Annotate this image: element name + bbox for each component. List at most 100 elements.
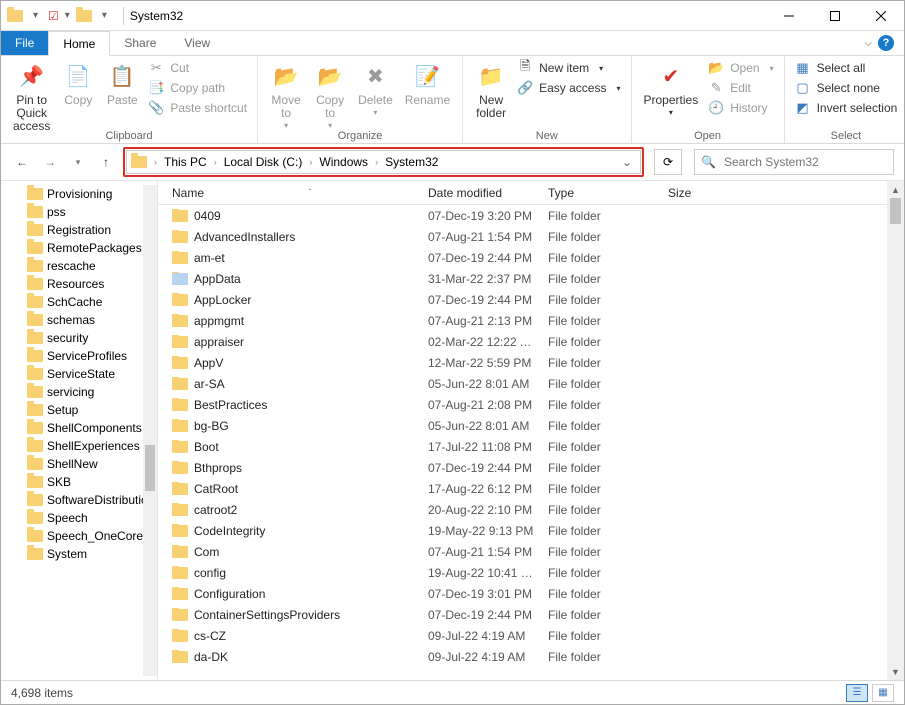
tree-item[interactable]: ShellExperiences (1, 437, 157, 455)
edit-button[interactable]: ✎Edit (708, 80, 773, 96)
scroll-up-icon[interactable]: ▲ (887, 181, 904, 198)
forward-button[interactable]: → (39, 151, 61, 173)
scroll-thumb[interactable] (890, 198, 901, 224)
tree-item[interactable]: Provisioning (1, 185, 157, 203)
tree-item[interactable]: security (1, 329, 157, 347)
tree-item[interactable]: pss (1, 203, 157, 221)
minimize-button[interactable] (766, 1, 812, 31)
close-button[interactable] (858, 1, 904, 31)
copy-to-button[interactable]: 📂 Copy to ▾ (308, 58, 352, 132)
tree-item[interactable]: servicing (1, 383, 157, 401)
tree-item[interactable]: ServiceState (1, 365, 157, 383)
tree-item[interactable]: ServiceProfiles (1, 347, 157, 365)
crumb-this-pc[interactable]: This PC (160, 155, 211, 169)
qat-dropdown-icon-2[interactable]: ▾ (98, 10, 111, 21)
tab-view[interactable]: View (170, 31, 224, 55)
crumb-system32[interactable]: System32 (381, 155, 442, 169)
chevron-right-icon[interactable]: › (306, 157, 315, 167)
help-icon[interactable]: ? (878, 35, 894, 51)
table-row[interactable]: AppV12-Mar-22 5:59 PMFile folder (158, 352, 904, 373)
table-row[interactable]: BestPractices07-Aug-21 2:08 PMFile folde… (158, 394, 904, 415)
tree-item[interactable]: Resources (1, 275, 157, 293)
tree-item[interactable]: SKB (1, 473, 157, 491)
table-row[interactable]: AppData31-Mar-22 2:37 PMFile folder (158, 268, 904, 289)
address-history-button[interactable]: ⌄ (618, 150, 636, 174)
column-type[interactable]: Type (542, 186, 662, 200)
table-row[interactable]: catroot220-Aug-22 2:10 PMFile folder (158, 499, 904, 520)
column-size[interactable]: Size (662, 186, 742, 200)
table-row[interactable]: appraiser02-Mar-22 12:22 A...File folder (158, 331, 904, 352)
column-date[interactable]: Date modified (422, 186, 542, 200)
maximize-button[interactable] (812, 1, 858, 31)
crumb-windows[interactable]: Windows (315, 155, 372, 169)
tab-home[interactable]: Home (48, 31, 110, 56)
navigation-pane[interactable]: ProvisioningpssRegistrationRemotePackage… (1, 181, 158, 680)
table-row[interactable]: ContainerSettingsProviders07-Dec-19 2:44… (158, 604, 904, 625)
tree-item[interactable]: RemotePackages (1, 239, 157, 257)
nav-scroll-thumb[interactable] (145, 445, 155, 491)
search-input[interactable] (722, 154, 887, 170)
paste-shortcut-button[interactable]: 📎Paste shortcut (148, 100, 247, 116)
column-name[interactable]: Name ˆ (166, 186, 422, 200)
table-row[interactable]: appmgmt07-Aug-21 2:13 PMFile folder (158, 310, 904, 331)
tree-item[interactable]: System (1, 545, 157, 563)
history-button[interactable]: 🕘History (708, 100, 773, 116)
recent-locations-button[interactable]: ▾ (67, 151, 89, 173)
delete-button[interactable]: ✖ Delete ▾ (352, 58, 399, 119)
tree-item[interactable]: Setup (1, 401, 157, 419)
select-all-button[interactable]: ▦Select all (795, 60, 898, 76)
qat-dropdown-icon[interactable]: ▾ (29, 10, 42, 21)
chevron-right-icon[interactable]: › (372, 157, 381, 167)
copy-button[interactable]: 📄 Copy (56, 58, 100, 109)
chevron-right-icon[interactable]: › (151, 157, 160, 167)
table-row[interactable]: am-et07-Dec-19 2:44 PMFile folder (158, 247, 904, 268)
select-none-button[interactable]: ▢Select none (795, 80, 898, 96)
table-row[interactable]: Configuration07-Dec-19 3:01 PMFile folde… (158, 583, 904, 604)
table-row[interactable]: Boot17-Jul-22 11:08 PMFile folder (158, 436, 904, 457)
tree-item[interactable]: SchCache (1, 293, 157, 311)
qat-overflow-icon[interactable]: ▾ (65, 10, 70, 21)
up-button[interactable]: ↑ (95, 151, 117, 173)
tree-item[interactable]: Speech (1, 509, 157, 527)
table-row[interactable]: bg-BG05-Jun-22 8:01 AMFile folder (158, 415, 904, 436)
address-bar[interactable]: › This PC › Local Disk (C:) › Windows › … (126, 150, 641, 174)
pin-to-quick-access-button[interactable]: 📌 Pin to Quick access (7, 58, 56, 136)
nav-scrollbar[interactable] (143, 185, 157, 676)
invert-selection-button[interactable]: ◩Invert selection (795, 100, 898, 116)
back-button[interactable]: ← (11, 151, 33, 173)
refresh-button[interactable]: ⟳ (654, 149, 682, 175)
qat-checkbox-icon[interactable]: ☑ (48, 9, 59, 23)
crumb-local-disk[interactable]: Local Disk (C:) (220, 155, 307, 169)
properties-button[interactable]: ✔ Properties ▾ (638, 58, 705, 119)
tree-item[interactable]: SoftwareDistribution (1, 491, 157, 509)
tree-item[interactable]: ShellNew (1, 455, 157, 473)
table-row[interactable]: cs-CZ09-Jul-22 4:19 AMFile folder (158, 625, 904, 646)
table-row[interactable]: 040907-Dec-19 3:20 PMFile folder (158, 205, 904, 226)
table-row[interactable]: CatRoot17-Aug-22 6:12 PMFile folder (158, 478, 904, 499)
table-row[interactable]: CodeIntegrity19-May-22 9:13 PMFile folde… (158, 520, 904, 541)
view-details-button[interactable]: ☰ (846, 684, 868, 702)
new-folder-button[interactable]: 📁 New folder (469, 58, 513, 122)
rename-button[interactable]: 📝 Rename (399, 58, 456, 109)
ribbon-collapse-icon[interactable]: ⌵ (864, 38, 872, 49)
tree-item[interactable]: Speech_OneCore (1, 527, 157, 545)
table-row[interactable]: config19-Aug-22 10:41 P...File folder (158, 562, 904, 583)
open-button[interactable]: 📂Open▾ (708, 60, 773, 76)
chevron-right-icon[interactable]: › (211, 157, 220, 167)
table-row[interactable]: ar-SA05-Jun-22 8:01 AMFile folder (158, 373, 904, 394)
move-to-button[interactable]: 📂 Move to ▾ (264, 58, 308, 132)
tree-item[interactable]: rescache (1, 257, 157, 275)
table-row[interactable]: Bthprops07-Dec-19 2:44 PMFile folder (158, 457, 904, 478)
paste-button[interactable]: 📋 Paste (100, 58, 144, 109)
tab-share[interactable]: Share (110, 31, 170, 55)
scroll-down-icon[interactable]: ▼ (887, 663, 904, 680)
search-box[interactable]: 🔍 (694, 149, 894, 175)
easy-access-button[interactable]: 🔗Easy access▾ (517, 80, 620, 96)
table-row[interactable]: Com07-Aug-21 1:54 PMFile folder (158, 541, 904, 562)
tree-item[interactable]: ShellComponents (1, 419, 157, 437)
tree-item[interactable]: schemas (1, 311, 157, 329)
table-row[interactable]: AppLocker07-Dec-19 2:44 PMFile folder (158, 289, 904, 310)
scrollbar-vertical[interactable]: ▲ ▼ (887, 181, 904, 680)
tree-item[interactable]: Registration (1, 221, 157, 239)
tab-file[interactable]: File (1, 31, 48, 55)
